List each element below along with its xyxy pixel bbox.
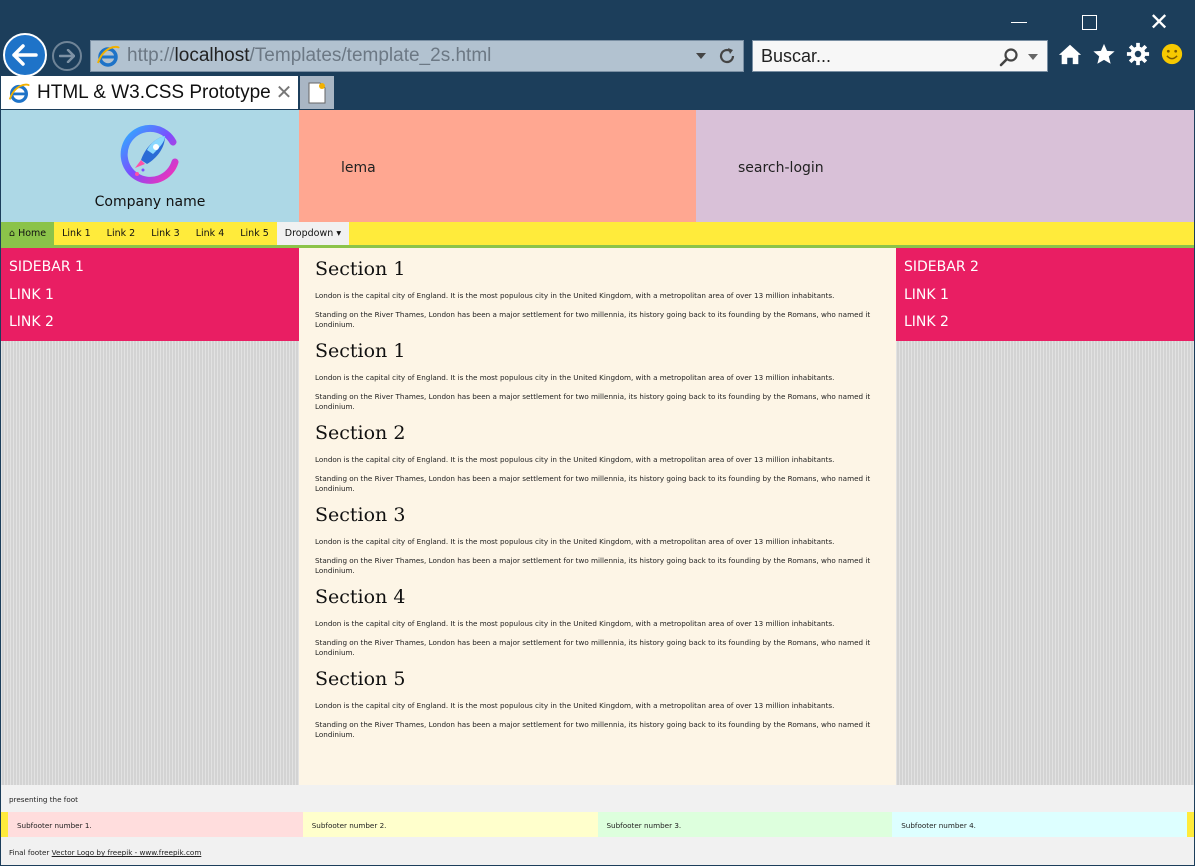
forward-button[interactable] [52, 41, 82, 71]
home-icon[interactable] [1058, 40, 1082, 68]
caret-down-icon: ▾ [336, 228, 342, 239]
section: Section 1 London is the capital city of … [315, 339, 880, 412]
new-tab-icon [308, 82, 326, 103]
close-icon: ✕ [1148, 8, 1170, 36]
section-paragraph: Standing on the River Thames, London has… [315, 638, 871, 657]
section-title: Section 1 [315, 258, 406, 280]
rocket-logo-icon [120, 124, 179, 184]
dropdown-arrow-icon[interactable] [695, 52, 707, 60]
ie-logo-icon [97, 45, 120, 67]
maximize-button[interactable] [1066, 8, 1112, 38]
page-viewport: Company name lema search-login ⌂ Home Li… [1, 110, 1194, 865]
back-button[interactable] [3, 33, 47, 77]
section-title: Section 2 [315, 422, 406, 444]
search-login-text: search-login [738, 160, 824, 176]
close-window-button[interactable]: ✕ [1136, 8, 1182, 38]
sidebar-1-link-1[interactable]: LINK 1 [9, 282, 299, 310]
nav-dropdown-label: Dropdown [284, 228, 334, 239]
section-paragraph: Standing on the River Thames, London has… [315, 392, 871, 411]
section-paragraph: London is the capital city of England. I… [315, 619, 835, 628]
section-title: Section 3 [315, 504, 406, 526]
address-path: /Templates/template_2s.html [249, 45, 492, 66]
search-icon[interactable] [999, 47, 1019, 67]
company-name: Company name [94, 194, 206, 210]
active-tab[interactable]: HTML & W3.CSS Prototype ✕ [1, 76, 298, 109]
freepik-credit-link[interactable]: Vector Logo by freepik - www.freepik.com [52, 848, 202, 857]
feedback-smiley-icon[interactable] [1160, 40, 1184, 68]
section: Section 3 London is the capital city of … [315, 503, 880, 576]
sidebar-2-link-1[interactable]: LINK 1 [904, 282, 1194, 310]
final-footer: Final footer Vector Logo by freepik - ww… [1, 837, 1194, 865]
section-paragraph: London is the capital city of England. I… [315, 537, 835, 546]
subfooter-row: Subfooter number 1. Subfooter number 2. … [1, 812, 1194, 837]
subfooter-3: Subfooter number 3. [597, 812, 893, 837]
nav-link-5[interactable]: Link 5 [232, 222, 277, 245]
section-paragraph: Standing on the River Thames, London has… [315, 720, 871, 739]
home-nav-icon: ⌂ [9, 228, 16, 239]
search-dropdown-icon[interactable] [1027, 53, 1039, 61]
nav-link-4[interactable]: Link 4 [188, 222, 233, 245]
nav-home[interactable]: ⌂ Home [1, 222, 55, 245]
section: Section 5 London is the capital city of … [315, 667, 880, 740]
browser-chrome: ✕ http://localhost/Templates/template_2s… [0, 0, 1195, 110]
sidebar-right: SIDEBAR 2 LINK 1 LINK 2 [896, 248, 1194, 785]
minimize-icon [1011, 22, 1027, 23]
section-paragraph: London is the capital city of England. I… [315, 373, 835, 382]
main-content: Section 1 London is the capital city of … [299, 248, 896, 785]
settings-gear-icon[interactable] [1126, 40, 1150, 68]
nav-link-2[interactable]: Link 2 [99, 222, 144, 245]
section: Section 4 London is the capital city of … [315, 585, 880, 658]
section-paragraph: Standing on the River Thames, London has… [315, 474, 871, 493]
new-tab-button[interactable] [300, 76, 334, 109]
sidebar-left: SIDEBAR 1 LINK 1 LINK 2 [1, 248, 299, 785]
subfooter-4: Subfooter number 4. [892, 812, 1187, 837]
content-row: SIDEBAR 1 LINK 1 LINK 2 Section 1 London… [1, 248, 1194, 785]
subfooter-1: Subfooter number 1. [8, 812, 303, 837]
subfooter-2: Subfooter number 2. [302, 812, 598, 837]
nav-dropdown[interactable]: Dropdown ▾ [276, 222, 350, 245]
header-logo-area: Company name [1, 110, 299, 222]
address-scheme: http:// [127, 45, 175, 66]
sidebar-1-box: SIDEBAR 1 LINK 1 LINK 2 [1, 248, 299, 341]
page-header: Company name lema search-login [1, 110, 1194, 222]
nav-link-1[interactable]: Link 1 [54, 222, 99, 245]
section-paragraph: London is the capital city of England. I… [315, 455, 835, 464]
toolbar-icons [1058, 40, 1184, 68]
final-footer-prefix: Final footer [9, 848, 50, 857]
section-title: Section 5 [315, 668, 406, 690]
section: Section 2 London is the capital city of … [315, 421, 880, 494]
minimize-button[interactable] [996, 8, 1042, 38]
tab-close-icon[interactable]: ✕ [274, 80, 294, 105]
tab-title: HTML & W3.CSS Prototype [37, 81, 271, 103]
nav-link-3[interactable]: Link 3 [143, 222, 188, 245]
browser-search-box[interactable]: Buscar... [752, 40, 1048, 72]
foot: presenting the foot [1, 785, 1194, 812]
nav-home-label: Home [18, 228, 47, 239]
tab-ie-logo-icon [8, 83, 30, 103]
refresh-icon[interactable] [717, 46, 737, 66]
address-bar[interactable]: http://localhost/Templates/template_2s.h… [90, 40, 744, 72]
section-title: Section 4 [315, 586, 406, 608]
sidebar-2-link-2[interactable]: LINK 2 [904, 309, 1194, 337]
sidebar-2-box: SIDEBAR 2 LINK 1 LINK 2 [896, 248, 1194, 341]
section-paragraph: London is the capital city of England. I… [315, 291, 835, 300]
back-arrow-icon [12, 44, 38, 66]
section: Section 1 London is the capital city of … [315, 257, 880, 330]
search-placeholder: Buscar... [761, 45, 832, 66]
lema-text: lema [341, 160, 376, 176]
maximize-icon [1081, 15, 1097, 30]
section-title: Section 1 [315, 340, 406, 362]
favorites-star-icon[interactable] [1092, 40, 1116, 68]
top-navbar: ⌂ Home Link 1 Link 2 Link 3 Link 4 Link … [1, 222, 1194, 245]
address-host: localhost [174, 45, 250, 66]
sidebar-2-title: SIDEBAR 2 [904, 259, 979, 275]
section-paragraph: London is the capital city of England. I… [315, 701, 835, 710]
header-search-login: search-login [696, 110, 1194, 222]
sidebar-1-link-2[interactable]: LINK 2 [9, 309, 299, 337]
header-lema: lema [299, 110, 696, 222]
section-paragraph: Standing on the River Thames, London has… [315, 556, 871, 575]
sidebar-1-title: SIDEBAR 1 [9, 259, 84, 275]
section-paragraph: Standing on the River Thames, London has… [315, 310, 871, 329]
forward-arrow-icon [59, 49, 75, 63]
